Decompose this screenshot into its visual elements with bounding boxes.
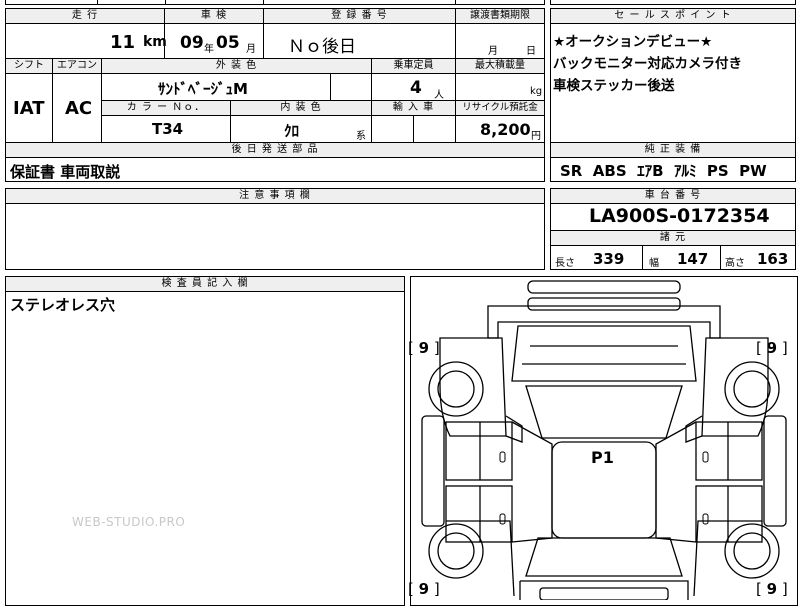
interior-color-value: ｸﾛ: [284, 122, 300, 140]
specs-height: 163: [757, 250, 789, 268]
max-load-unit: kg: [530, 86, 543, 97]
tire-mark-rear-right: 9: [766, 580, 778, 598]
inspection-header: 車 検: [164, 8, 264, 24]
color-no-header: カ ラ ー Ｎｏ．: [101, 100, 231, 116]
equipment-value: SR ABS ｴｱB ｱﾙﾐ PS PW: [560, 162, 767, 180]
mileage-header: 走 行: [5, 8, 165, 24]
exterior-color-header: 外 装 色: [101, 58, 372, 74]
sales-point-line-2: バックモニター対応カメラ付き: [553, 56, 742, 72]
registration-header: 登 録 番 号: [263, 8, 456, 24]
later-parts-header: 後 日 発 送 部 品: [5, 142, 545, 158]
sales-point-header: セ ー ル ス ポ イ ン ト: [550, 8, 796, 24]
capacity-value: 4: [410, 78, 422, 98]
tire-mark-rear-left: 9: [418, 580, 430, 598]
top-cut-row: [5, 0, 545, 5]
car-diagram: [421, 280, 787, 600]
chassis-value: LA900S-0172354: [589, 205, 770, 227]
recycle-header: リサイクル預託金: [455, 100, 545, 116]
color-no-value: T34: [152, 120, 184, 138]
mileage-unit: km: [143, 34, 167, 50]
shift-header: シフト: [5, 58, 53, 74]
specs-length: 339: [593, 250, 625, 268]
aircon-value: AC: [65, 98, 93, 119]
sales-point-line-1: ★オークションデビュー★: [553, 34, 713, 50]
inspector-value: ステレオレス穴: [10, 296, 116, 314]
shift-value: IAT: [13, 98, 45, 119]
equipment-header: 純 正 装 備: [550, 142, 796, 158]
chassis-header: 車 台 番 号: [550, 188, 796, 204]
roof-mark: P1: [591, 448, 614, 467]
inspector-section: [5, 276, 405, 606]
interior-color-header: 内 装 色: [230, 100, 372, 116]
vehicle-info-form: [5, 8, 545, 143]
inspection-year: 09: [180, 33, 204, 53]
import-header: 輸 入 車: [371, 100, 456, 116]
tire-mark-front-left: 9: [418, 339, 430, 357]
inspector-header: 検 査 員 記 入 欄: [5, 276, 405, 292]
specs-width: 147: [677, 250, 709, 268]
inspection-month: 05: [216, 33, 240, 53]
notes-header: 注 意 事 項 欄: [5, 188, 545, 204]
specs-header: 諸 元: [550, 230, 796, 246]
max-load-header: 最大積載量: [455, 58, 545, 74]
registration-value: Ｎｏ後日: [288, 37, 356, 57]
capacity-header: 乗車定員: [371, 58, 456, 74]
transfer-header: 譲渡書類期限: [455, 8, 545, 24]
watermark: WEB-STUDIO.PRO: [72, 515, 186, 529]
tire-mark-front-right: 9: [766, 339, 778, 357]
mileage-value: 11: [110, 32, 136, 53]
sales-point-line-3: 車検ステッカー後送: [553, 78, 675, 94]
aircon-header: エアコン: [52, 58, 102, 74]
later-parts-value: 保証書 車両取説: [10, 163, 121, 181]
recycle-value: 8,200: [480, 120, 531, 139]
